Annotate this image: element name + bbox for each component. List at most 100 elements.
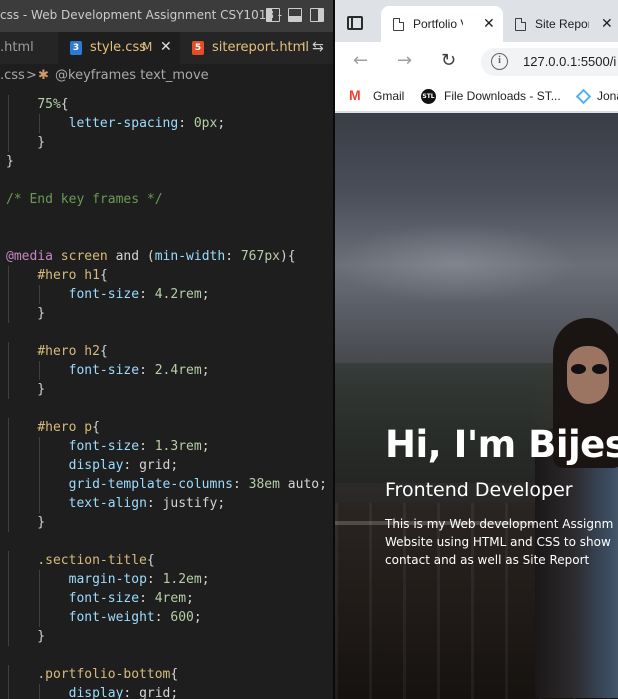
editor-tabs: .html 3 style.css M ✕ 5 sitereport.html … [0, 32, 333, 64]
hero-paragraph-line: This is my Web development Assignm [385, 517, 614, 531]
code-line: } [6, 382, 46, 397]
code-line: @media screen and (min-width: 767px){ [6, 249, 296, 264]
indent-guide [8, 95, 9, 114]
code-line: display: grid; [68, 458, 179, 473]
forward-arrow-icon[interactable]: → [397, 50, 412, 71]
indent-guide [8, 133, 9, 152]
hero-subtitle: Frontend Developer [385, 479, 573, 501]
tab-html-file[interactable]: .html [0, 32, 58, 64]
indent-guide [8, 665, 9, 684]
vscode-window: css - Web Development Assignment CSY1018… [0, 0, 333, 699]
hero-background-sky [335, 203, 618, 323]
code-line: font-size: 2.4rem; [68, 363, 210, 378]
vscode-titlebar: css - Web Development Assignment CSY1018… [0, 0, 333, 32]
modified-badge: I [302, 40, 306, 54]
indent-guide [8, 380, 9, 399]
close-icon[interactable]: ✕ [483, 15, 495, 32]
site-info-icon[interactable]: i [491, 53, 508, 70]
indent-guide [8, 608, 9, 627]
breadcrumb: .css > ✱ @keyframes text_move [0, 64, 333, 88]
hero-photo-person [535, 318, 618, 698]
indent-guide [39, 361, 41, 380]
stl-icon: STL [421, 89, 436, 104]
indent-guide [8, 551, 9, 570]
code-line: font-size: 4rem; [68, 591, 194, 606]
breadcrumb-file[interactable]: .css [0, 68, 25, 83]
indent-guide [8, 475, 9, 494]
toggle-sidebar-icon[interactable] [266, 8, 280, 22]
window-title: css - Web Development Assignment CSY1018… [0, 8, 283, 22]
indent-guide [39, 684, 41, 699]
breadcrumb-symbol[interactable]: @keyframes text_move [55, 68, 209, 83]
indent-guide [39, 285, 41, 304]
browser-tab-portfolio[interactable]: Portfolio V ✕ [381, 6, 503, 42]
indent-guide [39, 456, 41, 475]
hero-title: Hi, I'm Bijesh [385, 423, 618, 466]
address-bar[interactable]: i 127.0.0.1:5500/i [481, 48, 618, 76]
indent-guide [8, 285, 9, 304]
code-line: .portfolio-bottom{ [37, 667, 179, 682]
close-icon[interactable]: ✕ [160, 39, 172, 55]
page-icon [393, 18, 404, 31]
code-line: font-weight: 600; [68, 610, 202, 625]
indent-guide [8, 304, 9, 323]
indent-guide [8, 589, 9, 608]
code-line: font-size: 4.2rem; [68, 287, 210, 302]
source-control-compare-icon[interactable]: ⇆ [312, 39, 324, 55]
code-line: .section-title{ [37, 553, 155, 568]
code-line: } [6, 515, 46, 530]
hero-paragraph-line: Website using HTML and CSS to show [385, 535, 611, 549]
indent-guide [8, 684, 9, 699]
hero-paragraph-line: contact and as well as Site Report [385, 553, 590, 567]
tab-actions-icon[interactable] [347, 16, 363, 30]
indent-guide [39, 114, 41, 133]
tab-style-css[interactable]: 3 style.css M ✕ [58, 32, 180, 64]
bookmarks-bar: Gmail STL File Downloads - ST... Jona [335, 82, 618, 112]
tab-label: sitereport.html [212, 40, 309, 55]
code-line: #hero h1{ [37, 268, 108, 283]
gmail-icon [349, 87, 364, 104]
browser-tabstrip: Portfolio V ✕ Site Repor ✕ [335, 0, 618, 42]
code-line: 75%{ [37, 97, 69, 112]
page-icon [515, 18, 526, 31]
code-line: #hero p{ [37, 420, 100, 435]
tab-label: style.css [90, 40, 146, 55]
code-line: } [6, 154, 14, 169]
back-arrow-icon[interactable]: ← [353, 50, 368, 71]
bookmark-file-downloads[interactable]: File Downloads - ST... [444, 89, 561, 103]
indent-guide [8, 266, 9, 285]
css-file-icon: 3 [70, 41, 82, 55]
diamond-icon [575, 88, 592, 105]
code-line: display: grid; [68, 686, 179, 699]
tab-sitereport-html[interactable]: 5 sitereport.html I [180, 32, 309, 64]
toggle-panel-icon[interactable] [288, 8, 302, 22]
code-line: } [6, 629, 46, 644]
indent-guide [8, 437, 9, 456]
indent-guide [8, 418, 9, 437]
indent-guide [8, 494, 9, 513]
html-file-icon: 5 [192, 41, 204, 55]
browser-tab-label: Portfolio V [413, 17, 463, 31]
code-line: #hero h2{ [37, 344, 108, 359]
reload-icon[interactable]: ↻ [441, 50, 456, 71]
modified-badge: M [142, 40, 153, 54]
code-line: grid-template-columns: 38em auto; [68, 477, 327, 492]
toggle-secondary-sidebar-icon[interactable] [310, 8, 324, 22]
code-line: } [6, 135, 46, 150]
indent-guide [8, 627, 9, 646]
close-icon[interactable]: ✕ [601, 15, 613, 32]
browser-tab-site-report[interactable]: Site Repor ✕ [503, 6, 618, 42]
breadcrumb-separator: > [26, 68, 37, 83]
indent-guide [8, 570, 9, 589]
indent-guide [39, 608, 41, 627]
bookmark-jona[interactable]: Jona [597, 89, 618, 103]
keyframes-symbol-icon: ✱ [38, 68, 49, 83]
code-line: margin-top: 1.2em; [68, 572, 210, 587]
code-line: /* End key frames */ [6, 192, 163, 207]
tab-label: .html [0, 40, 34, 55]
indent-guide [39, 437, 41, 456]
indent-guide [39, 589, 41, 608]
bookmark-gmail[interactable]: Gmail [373, 89, 404, 103]
code-line: } [6, 306, 46, 321]
indent-guide [39, 570, 41, 589]
